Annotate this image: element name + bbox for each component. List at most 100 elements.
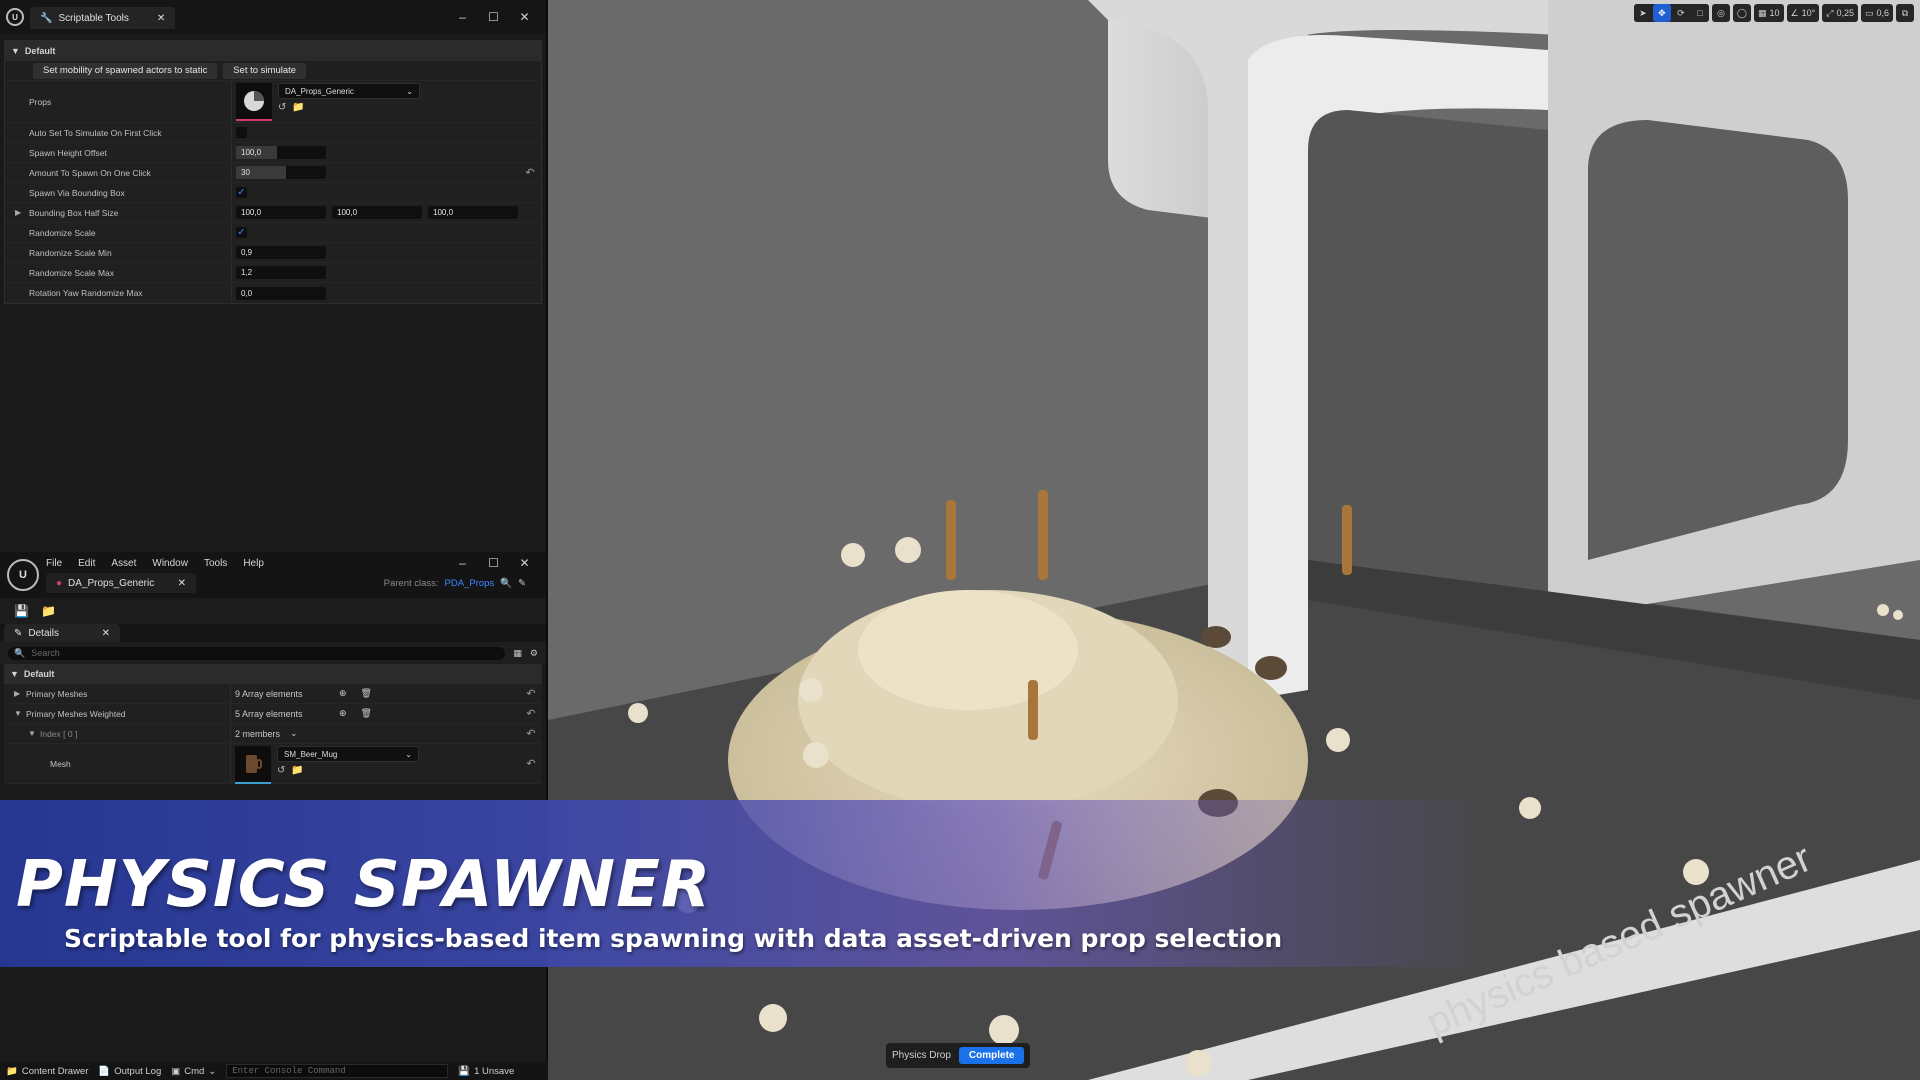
- primary-meshes-count: 9 Array elements: [235, 688, 303, 699]
- close-icon[interactable]: ✕: [509, 10, 540, 24]
- output-log-button[interactable]: 📄 Output Log: [98, 1066, 161, 1077]
- tab-asset[interactable]: ● DA_Props_Generic ✕: [46, 573, 196, 593]
- select-tool-icon[interactable]: ➤: [1633, 4, 1652, 22]
- chevron-down-icon[interactable]: ⌄: [290, 728, 298, 739]
- world-local-icon[interactable]: ◎: [1711, 4, 1730, 22]
- close-tab-icon[interactable]: ✕: [178, 578, 186, 589]
- mesh-thumbnail[interactable]: [235, 746, 271, 784]
- tab-details[interactable]: ✎ Details ✕: [4, 624, 120, 642]
- parent-class-link[interactable]: PDA_Props: [445, 578, 495, 589]
- props-row: Props DA_Props_Generic ⌄ ↺ 📁: [5, 81, 541, 123]
- delete-icon[interactable]: 🗑: [361, 708, 372, 719]
- maximize-icon[interactable]: ☐: [478, 556, 509, 570]
- yaw-max-input[interactable]: 0,0: [236, 286, 326, 300]
- use-selected-icon[interactable]: ↺: [278, 102, 286, 113]
- expand-arrow-icon[interactable]: ▶: [14, 689, 20, 698]
- mesh-asset-dropdown[interactable]: SM_Beer_Mug ⌄: [277, 746, 419, 762]
- scale-tool-icon[interactable]: □: [1690, 4, 1709, 22]
- status-bar: 📁 Content Drawer 📄 Output Log ▣ Cmd ⌄ Enter …: [0, 1062, 548, 1080]
- tool-properties: ▼ Default Set mobility of spawned actors…: [4, 40, 542, 304]
- use-selected-icon[interactable]: ↺: [277, 765, 285, 776]
- spawn-height-input[interactable]: 100,0: [236, 146, 326, 159]
- close-icon[interactable]: ✕: [509, 556, 540, 570]
- close-tab-icon[interactable]: ✕: [157, 13, 165, 24]
- unsaved-button[interactable]: 💾 1 Unsave: [458, 1066, 514, 1077]
- cmd-dropdown[interactable]: ▣ Cmd ⌄: [171, 1066, 216, 1077]
- surface-snap-icon[interactable]: ◯: [1732, 4, 1751, 22]
- search-input[interactable]: 🔍 Search: [8, 646, 506, 660]
- collapse-arrow-icon[interactable]: ▼: [14, 709, 22, 718]
- details-icon: ✎: [14, 627, 23, 639]
- scale-min-input[interactable]: 0,9: [236, 246, 326, 259]
- spawn-height-label: Spawn Height Offset: [29, 147, 107, 158]
- randomize-scale-checkbox[interactable]: ✓: [236, 227, 247, 238]
- camera-speed-button[interactable]: ▭ 0,6: [1860, 4, 1893, 22]
- reset-arrow-icon[interactable]: ↶: [520, 727, 542, 740]
- terminal-icon: ▣: [171, 1065, 181, 1077]
- add-element-icon[interactable]: ⊕: [339, 708, 347, 719]
- save-icon[interactable]: 💾: [14, 604, 29, 618]
- maximize-viewport-icon[interactable]: ⧉: [1896, 4, 1914, 22]
- scale-max-input[interactable]: 1,2: [236, 266, 326, 279]
- minimize-icon[interactable]: –: [447, 10, 478, 24]
- chevron-down-icon: ⌄: [406, 86, 413, 96]
- bbox-half-row: ▶ Bounding Box Half Size 100,0 100,0 100,…: [5, 203, 541, 223]
- expand-arrow-icon[interactable]: ▶: [15, 208, 21, 217]
- tab-scriptable-tools[interactable]: 🔧 Scriptable Tools ✕: [30, 7, 176, 29]
- browse-icon[interactable]: 📁: [292, 102, 304, 113]
- content-drawer-button[interactable]: 📁 Content Drawer: [6, 1066, 88, 1077]
- menu-window[interactable]: Window: [152, 558, 188, 569]
- console-input[interactable]: Enter Console Command: [226, 1064, 449, 1078]
- grid-icon: ▦: [1758, 7, 1767, 18]
- angle-snap-button[interactable]: ∠ 10°: [1786, 4, 1820, 22]
- bbox-x-input[interactable]: 100,0: [236, 206, 326, 219]
- close-tab-icon[interactable]: ✕: [102, 628, 110, 639]
- delete-icon[interactable]: 🗑: [361, 688, 372, 699]
- reset-arrow-icon[interactable]: ↶: [520, 687, 542, 700]
- scale-min-label: Randomize Scale Min: [29, 247, 112, 258]
- primary-meshes-weighted-count: 5 Array elements: [235, 708, 303, 719]
- menu-asset[interactable]: Asset: [111, 558, 136, 569]
- via-bbox-row: Spawn Via Bounding Box ✓: [5, 183, 541, 203]
- reset-arrow-icon[interactable]: ↶: [519, 166, 541, 179]
- add-element-icon[interactable]: ⊕: [339, 688, 347, 699]
- rotate-tool-icon[interactable]: ⟳: [1671, 4, 1690, 22]
- bbox-z-input[interactable]: 100,0: [428, 206, 518, 219]
- settings-gear-icon[interactable]: ⚙: [530, 648, 538, 659]
- maximize-icon[interactable]: ☐: [478, 10, 509, 24]
- menu-edit[interactable]: Edit: [78, 558, 95, 569]
- reset-arrow-icon[interactable]: ↶: [520, 757, 542, 770]
- search-icon[interactable]: 🔍: [500, 578, 512, 589]
- set-simulate-button[interactable]: Set to simulate: [223, 62, 307, 79]
- minimize-icon[interactable]: –: [447, 556, 478, 570]
- menu-file[interactable]: File: [46, 558, 62, 569]
- collapse-arrow-icon[interactable]: ▼: [28, 729, 36, 738]
- bbox-x-value: 100,0: [241, 208, 262, 217]
- category-default[interactable]: ▼ Default: [5, 41, 541, 61]
- auto-simulate-row: Auto Set To Simulate On First Click: [5, 123, 541, 143]
- chevron-down-icon: ⌄: [405, 749, 412, 759]
- bbox-y-input[interactable]: 100,0: [332, 206, 422, 219]
- props-thumbnail[interactable]: [236, 83, 272, 121]
- menu-help[interactable]: Help: [243, 558, 264, 569]
- auto-simulate-label: Auto Set To Simulate On First Click: [29, 127, 162, 138]
- category-label: Default: [23, 669, 55, 679]
- scale-snap-button[interactable]: ⤢ 0,25: [1822, 4, 1858, 22]
- move-tool-icon[interactable]: ✥: [1652, 4, 1671, 22]
- browse-icon[interactable]: 📁: [291, 765, 303, 776]
- table-view-icon[interactable]: ▦: [513, 648, 522, 659]
- grid-snap-button[interactable]: ▦ 10: [1754, 4, 1784, 22]
- edit-pencil-icon[interactable]: ✎: [518, 578, 526, 589]
- via-bbox-checkbox[interactable]: ✓: [236, 187, 247, 198]
- amount-input[interactable]: 30: [236, 166, 326, 179]
- browse-icon[interactable]: 📁: [41, 604, 56, 618]
- mesh-row: Mesh SM_Beer_Mug ⌄ ↺ 📁 ↶: [4, 744, 542, 784]
- set-static-button[interactable]: Set mobility of spawned actors to static: [33, 62, 218, 79]
- props-asset-dropdown[interactable]: DA_Props_Generic ⌄: [278, 83, 420, 99]
- menu-tools[interactable]: Tools: [204, 558, 227, 569]
- primary-meshes-weighted-row: ▼ Primary Meshes Weighted 5 Array element…: [4, 704, 542, 724]
- category-default[interactable]: ▼ Default: [4, 664, 542, 684]
- auto-simulate-checkbox[interactable]: [236, 127, 247, 138]
- grid-value: 10: [1769, 8, 1780, 18]
- reset-arrow-icon[interactable]: ↶: [520, 707, 542, 720]
